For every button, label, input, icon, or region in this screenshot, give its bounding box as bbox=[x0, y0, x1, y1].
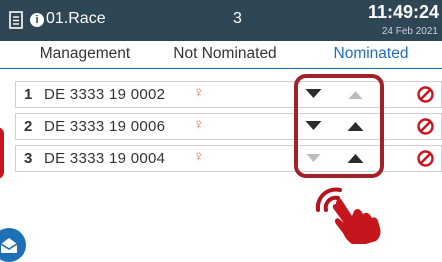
rank-label: 3 bbox=[24, 150, 33, 167]
race-count: 3 bbox=[233, 10, 242, 27]
tap-hand-icon bbox=[315, 187, 381, 244]
rank-label: 2 bbox=[24, 118, 33, 135]
pigeon-ring-number: DE 3333 19 0006 bbox=[44, 118, 166, 135]
remove-button[interactable] bbox=[409, 146, 442, 171]
female-icon: ♀ bbox=[193, 116, 205, 133]
tab-nominated[interactable]: Nominated bbox=[300, 41, 442, 67]
remove-button[interactable] bbox=[409, 114, 442, 139]
remove-button[interactable] bbox=[409, 82, 442, 107]
pigeon-ring-number: DE 3333 19 0004 bbox=[44, 150, 166, 167]
highlight-frame bbox=[294, 74, 384, 178]
remove-icon bbox=[417, 150, 434, 167]
document-icon[interactable] bbox=[9, 11, 23, 29]
side-panel-handle[interactable] bbox=[0, 127, 4, 179]
race-name: 01.Race bbox=[46, 10, 106, 27]
clock-date: 24 Feb 2021 bbox=[381, 26, 438, 37]
tab-not-nominated[interactable]: Not Nominated bbox=[160, 41, 290, 67]
remove-icon bbox=[417, 118, 434, 135]
clock-time: 11:49:24 bbox=[367, 2, 439, 22]
pigeon-ring-number: DE 3333 19 0002 bbox=[44, 86, 166, 103]
female-icon: ♀ bbox=[193, 148, 205, 165]
tab-management[interactable]: Management bbox=[20, 41, 150, 67]
remove-icon bbox=[417, 86, 434, 103]
tab-bar: Management Not Nominated Nominated bbox=[0, 41, 442, 69]
tab-underline bbox=[0, 68, 442, 69]
envelope-icon[interactable] bbox=[0, 228, 26, 262]
info-icon: i bbox=[30, 13, 44, 27]
female-icon: ♀ bbox=[193, 84, 205, 101]
header-bar: i 01.Race 3 11:49:24 24 Feb 2021 bbox=[0, 0, 442, 41]
rank-label: 1 bbox=[24, 86, 33, 103]
